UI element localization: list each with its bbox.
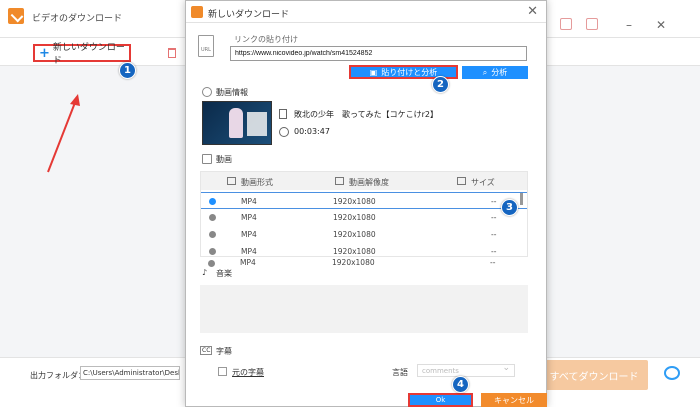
music-section-label: 音楽 bbox=[216, 269, 232, 278]
analyze-button[interactable]: ⌕ 分析 bbox=[462, 66, 528, 79]
step-badge-2: 2 bbox=[432, 76, 449, 93]
search-icon: ⌕ bbox=[482, 67, 488, 77]
video-icon bbox=[279, 109, 287, 119]
new-download-button[interactable]: + 新しいダウンロード bbox=[33, 43, 131, 66]
row-resolution: 1920x1080 bbox=[333, 230, 376, 239]
column-resolution: 動画解像度 bbox=[349, 178, 389, 187]
clipboard-icon: ▣ bbox=[369, 67, 378, 77]
column-size: サイズ bbox=[471, 178, 495, 187]
table-row[interactable]: MP4 1920x1080 -- bbox=[201, 226, 527, 243]
dialog-title: 新しいダウンロード bbox=[208, 10, 290, 20]
row-format: MP4 bbox=[241, 230, 257, 239]
original-subtitle-checkbox[interactable] bbox=[218, 367, 227, 376]
minimize-icon[interactable]: – bbox=[626, 18, 632, 32]
new-download-dialog: 新しいダウンロード ✕ URL リンクの貼り付け ▣ 貼り付けと分析 ⌕ 分析 … bbox=[185, 0, 547, 407]
table-row[interactable]: MP4 1920x1080 -- bbox=[201, 192, 527, 209]
url-section-label: リンクの貼り付け bbox=[234, 35, 298, 44]
folder-icon bbox=[457, 177, 466, 185]
dialog-titlebar: 新しいダウンロード ✕ bbox=[186, 1, 546, 23]
row-format: MP4 bbox=[241, 197, 257, 206]
row-size: -- bbox=[490, 259, 496, 267]
subtitle-section-label: 字幕 bbox=[216, 347, 232, 356]
music-list bbox=[200, 285, 528, 333]
dialog-close-icon[interactable]: ✕ bbox=[527, 4, 538, 19]
video-section-label: 動画 bbox=[216, 155, 232, 164]
download-all-button[interactable]: すべてダウンロード bbox=[540, 360, 648, 390]
alarm-icon[interactable] bbox=[664, 366, 680, 380]
radio-icon[interactable] bbox=[208, 260, 215, 267]
output-folder-field[interactable]: C:\Users\Administrator\Desktop bbox=[80, 366, 180, 380]
table-row[interactable]: MP4 1920x1080 -- bbox=[201, 209, 527, 226]
trash-icon[interactable] bbox=[168, 48, 176, 58]
app-logo-icon bbox=[8, 8, 24, 24]
plus-icon: + bbox=[39, 45, 50, 61]
cancel-button[interactable]: キャンセル bbox=[481, 393, 547, 407]
language-label: 言語 bbox=[392, 368, 408, 377]
video-title: 敗北の少年 歌ってみた【コケこけr2】 bbox=[294, 110, 438, 119]
main-window-title: ビデオのダウンロード bbox=[32, 14, 123, 24]
table-row[interactable]: MP4 1920x1080 -- bbox=[200, 259, 528, 267]
clock-icon bbox=[279, 127, 289, 137]
row-format: MP4 bbox=[241, 247, 257, 256]
row-resolution: 1920x1080 bbox=[333, 213, 376, 222]
info-icon bbox=[202, 87, 212, 97]
row-resolution: 1920x1080 bbox=[332, 259, 375, 267]
subtitle-icon: CC bbox=[200, 346, 213, 355]
video-info-label: 動画情報 bbox=[216, 88, 248, 97]
film-icon bbox=[202, 154, 212, 164]
table-header: 動画形式 動画解像度 サイズ bbox=[201, 172, 527, 190]
table-row[interactable]: MP4 1920x1080 -- bbox=[201, 243, 527, 256]
radio-icon[interactable] bbox=[209, 231, 216, 238]
format-table: 動画形式 動画解像度 サイズ MP4 1920x1080 -- MP4 1920… bbox=[200, 171, 528, 257]
row-format: MP4 bbox=[241, 213, 257, 222]
row-size: -- bbox=[491, 213, 497, 222]
language-select[interactable]: comments bbox=[417, 363, 515, 377]
titlebar-tools bbox=[560, 18, 598, 30]
row-size: -- bbox=[491, 230, 497, 239]
resolution-icon bbox=[335, 177, 344, 185]
analyze-label: 分析 bbox=[491, 68, 508, 77]
row-resolution: 1920x1080 bbox=[333, 247, 376, 256]
radio-icon[interactable] bbox=[209, 214, 216, 221]
column-format: 動画形式 bbox=[241, 178, 273, 187]
paste-and-analyze-label: 貼り付けと分析 bbox=[381, 67, 438, 77]
format-icon bbox=[227, 177, 236, 185]
key-icon[interactable] bbox=[560, 18, 572, 30]
step-badge-4: 4 bbox=[452, 376, 469, 393]
row-format: MP4 bbox=[240, 259, 256, 267]
radio-selected-icon[interactable] bbox=[209, 198, 216, 205]
radio-icon[interactable] bbox=[209, 248, 216, 255]
row-resolution: 1920x1080 bbox=[333, 197, 376, 206]
url-doc-icon-text: URL bbox=[201, 47, 211, 53]
close-icon[interactable]: ✕ bbox=[656, 18, 666, 32]
row-size: -- bbox=[491, 247, 497, 256]
red-arrow-annotation bbox=[47, 94, 80, 173]
app-logo-icon bbox=[191, 6, 203, 18]
cart-icon[interactable] bbox=[586, 18, 598, 30]
table-scrollbar[interactable] bbox=[520, 193, 523, 205]
url-input[interactable] bbox=[230, 46, 527, 61]
step-badge-3: 3 bbox=[501, 199, 518, 216]
row-size: -- bbox=[491, 197, 497, 206]
url-doc-icon: URL bbox=[198, 35, 214, 57]
step-badge-1: 1 bbox=[119, 62, 136, 79]
output-folder-label: 出力フォルダ： bbox=[30, 371, 86, 380]
ok-button[interactable]: Ok bbox=[408, 393, 473, 407]
new-download-label: 新しいダウンロード bbox=[52, 43, 125, 66]
video-duration: 00:03:47 bbox=[294, 127, 330, 136]
original-subtitle-label: 元の字幕 bbox=[232, 368, 264, 377]
music-icon: ♪ bbox=[202, 268, 208, 277]
video-thumbnail bbox=[202, 101, 272, 145]
